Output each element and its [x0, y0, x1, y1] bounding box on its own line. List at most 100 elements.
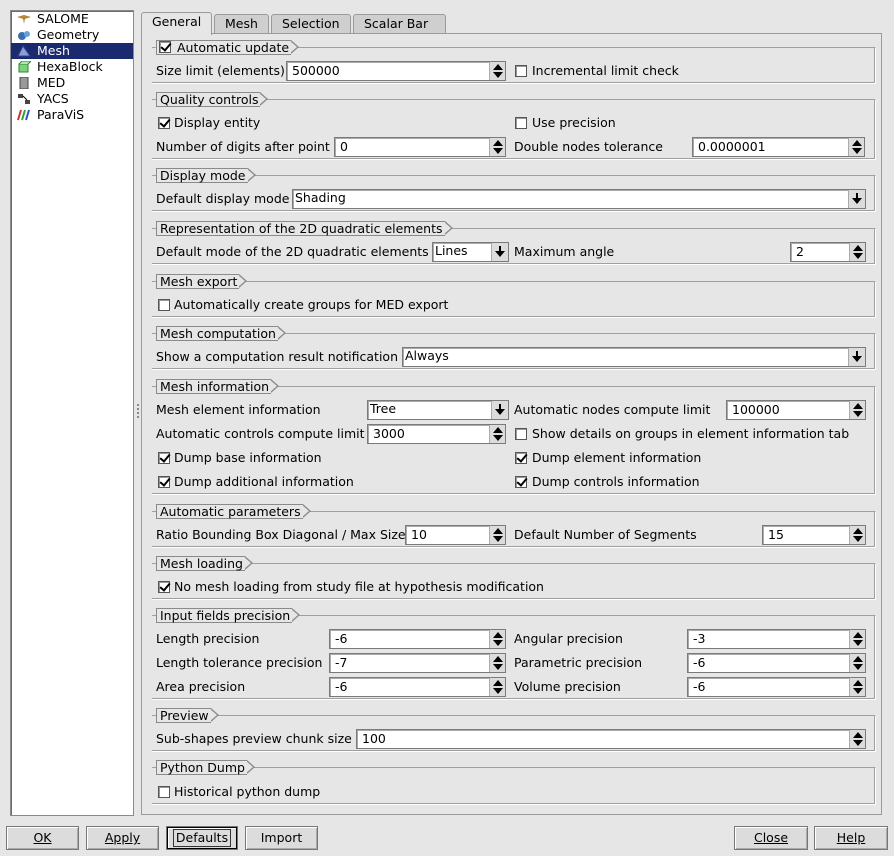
spin-arrows[interactable]: [489, 526, 505, 544]
group-mesh-computation: Mesh computation Show a computation resu…: [152, 326, 876, 370]
display-mode-combo[interactable]: Shading: [292, 189, 866, 209]
module-item-hexablock[interactable]: HexaBlock: [11, 59, 133, 75]
group-title: Automatic parameters: [156, 504, 311, 519]
group-title: Representation of the 2D quadratic eleme…: [156, 221, 452, 236]
computation-notification-label: Show a computation result notification: [156, 349, 398, 364]
module-item-mesh[interactable]: Mesh: [11, 43, 133, 59]
use-precision-checkbox[interactable]: [515, 117, 527, 129]
module-label: Geometry: [37, 27, 100, 42]
spin-arrows[interactable]: [489, 654, 505, 672]
automatic-update-checkbox[interactable]: [159, 41, 171, 53]
general-panel: Automatic update Size limit (elements) 5…: [141, 33, 882, 815]
segments-label: Default Number of Segments: [514, 527, 697, 542]
chunk-size-spinbox[interactable]: 100: [356, 729, 866, 749]
group-title: Python Dump: [156, 760, 255, 775]
chevron-down-icon[interactable]: [848, 190, 865, 208]
volume-precision-spinbox[interactable]: -6: [687, 677, 866, 697]
module-item-salome[interactable]: SALOME: [11, 11, 133, 27]
group-title: Automatic update: [156, 40, 300, 55]
import-button[interactable]: Import: [245, 826, 318, 850]
parametric-precision-label: Parametric precision: [514, 655, 643, 670]
group-title: Mesh loading: [156, 556, 253, 571]
tab-mesh[interactable]: Mesh: [214, 14, 269, 34]
length-tolerance-spinbox[interactable]: -7: [329, 653, 506, 673]
size-limit-label: Size limit (elements): [156, 63, 285, 78]
element-info-label: Mesh element information: [156, 402, 321, 417]
spin-arrows[interactable]: [849, 678, 865, 696]
area-precision-spinbox[interactable]: -6: [329, 677, 506, 697]
yacs-icon: [17, 93, 31, 105]
ok-button[interactable]: OK: [6, 826, 79, 850]
computation-notification-combo[interactable]: Always: [402, 347, 866, 367]
no-mesh-loading-checkbox[interactable]: [158, 581, 170, 593]
show-details-checkbox[interactable]: [515, 428, 527, 440]
module-item-med[interactable]: MED: [11, 75, 133, 91]
chunk-size-label: Sub-shapes preview chunk size: [156, 731, 352, 746]
group-quality-controls: Quality controls Display entity Use prec…: [152, 92, 876, 160]
spin-arrows[interactable]: [849, 654, 865, 672]
maximum-angle-spinbox[interactable]: 2: [790, 242, 866, 262]
module-list[interactable]: SALOME Geometry Mesh HexaBlock MED YACS …: [10, 10, 134, 816]
tab-general[interactable]: General: [141, 12, 213, 35]
group-automatic-parameters: Automatic parameters Ratio Bounding Box …: [152, 504, 876, 548]
spin-arrows[interactable]: [489, 138, 505, 156]
use-precision-label: Use precision: [532, 115, 616, 130]
module-item-yacs[interactable]: YACS: [11, 91, 133, 107]
display-entity-checkbox[interactable]: [158, 117, 170, 129]
chevron-down-icon[interactable]: [491, 243, 508, 261]
historical-dump-checkbox[interactable]: [158, 786, 170, 798]
dump-controls-checkbox[interactable]: [515, 476, 527, 488]
mesh-icon: [17, 45, 31, 57]
spin-arrows[interactable]: [849, 730, 865, 748]
group-preview: Preview Sub-shapes preview chunk size 10…: [152, 708, 876, 752]
salome-icon: [17, 13, 31, 25]
spin-arrows[interactable]: [849, 526, 865, 544]
chevron-down-icon[interactable]: [848, 348, 865, 366]
spin-arrows[interactable]: [489, 678, 505, 696]
defaults-button[interactable]: Defaults: [166, 826, 238, 850]
spin-arrows[interactable]: [489, 630, 505, 648]
tab-bar: General Mesh Selection Scalar Bar: [141, 12, 881, 35]
dump-base-label: Dump base information: [174, 450, 322, 465]
splitter-handle[interactable]: [137, 404, 139, 418]
tab-selection[interactable]: Selection: [271, 14, 351, 34]
quadratic-mode-combo[interactable]: Lines: [432, 242, 509, 262]
angular-precision-spinbox[interactable]: -3: [687, 629, 866, 649]
spin-arrows[interactable]: [489, 425, 505, 443]
parametric-precision-spinbox[interactable]: -6: [687, 653, 866, 673]
apply-button[interactable]: Apply: [86, 826, 159, 850]
spin-arrows[interactable]: [849, 243, 865, 261]
auto-nodes-spinbox[interactable]: 100000: [726, 400, 866, 420]
segments-spinbox[interactable]: 15: [762, 525, 866, 545]
ratio-spinbox[interactable]: 10: [405, 525, 506, 545]
module-item-paravis[interactable]: ParaViS: [11, 107, 133, 123]
close-button[interactable]: Close: [734, 826, 808, 850]
chevron-down-icon[interactable]: [491, 401, 508, 419]
size-limit-spinbox[interactable]: 500000: [286, 61, 506, 81]
dump-base-checkbox[interactable]: [158, 452, 170, 464]
module-label: HexaBlock: [37, 59, 103, 74]
spin-arrows[interactable]: [849, 401, 865, 419]
element-info-combo[interactable]: Tree: [367, 400, 509, 420]
help-button[interactable]: Help: [814, 826, 888, 850]
length-precision-spinbox[interactable]: -6: [329, 629, 506, 649]
module-item-geometry[interactable]: Geometry: [11, 27, 133, 43]
group-python-dump: Python Dump Historical python dump: [152, 760, 876, 805]
incremental-limit-checkbox[interactable]: [515, 65, 527, 77]
auto-nodes-label: Automatic nodes compute limit: [514, 402, 711, 417]
dump-element-checkbox[interactable]: [515, 452, 527, 464]
group-title: Preview: [156, 708, 219, 723]
spin-arrows[interactable]: [489, 62, 505, 80]
dump-additional-checkbox[interactable]: [158, 476, 170, 488]
group-input-precision: Input fields precision Length precision …: [152, 608, 876, 700]
med-icon: [17, 76, 31, 90]
auto-controls-spinbox[interactable]: 3000: [367, 424, 506, 444]
create-groups-checkbox[interactable]: [158, 299, 170, 311]
show-details-label: Show details on groups in element inform…: [532, 426, 850, 441]
double-nodes-label: Double nodes tolerance: [514, 139, 663, 154]
double-nodes-spinbox[interactable]: 0.0000001: [692, 137, 865, 157]
tab-scalar-bar[interactable]: Scalar Bar: [353, 14, 446, 34]
digits-spinbox[interactable]: 0: [334, 137, 506, 157]
spin-arrows[interactable]: [848, 138, 864, 156]
spin-arrows[interactable]: [849, 630, 865, 648]
